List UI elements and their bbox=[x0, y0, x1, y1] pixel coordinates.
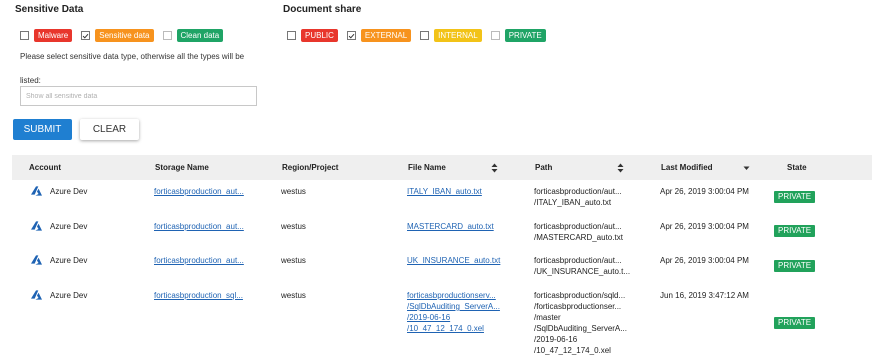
file-name-link[interactable]: MASTERCARD_auto.txt bbox=[407, 221, 494, 232]
path-line: forticasbproduction/sqld... bbox=[534, 291, 626, 300]
sort-icon[interactable] bbox=[617, 155, 624, 180]
public-checkbox[interactable] bbox=[287, 31, 296, 40]
path-line: /UK_INSURANCE_auto.t... bbox=[534, 267, 631, 276]
sensitive-search-input[interactable] bbox=[20, 86, 257, 106]
storage-name-link[interactable]: forticasbproduction_aut... bbox=[154, 221, 244, 232]
file-name-link[interactable]: ITALY_IBAN_auto.txt bbox=[407, 186, 482, 197]
last-modified: Apr 26, 2019 3:00:04 PM bbox=[660, 256, 749, 265]
path-line: /forticasbproductionser... bbox=[534, 302, 622, 311]
column-header-state[interactable]: State bbox=[787, 155, 807, 180]
file-name-link[interactable]: forticasbproductionserv... bbox=[407, 290, 496, 301]
path-line: forticasbproduction/aut... bbox=[534, 222, 622, 231]
region: westus bbox=[281, 187, 306, 196]
private-tag[interactable]: PRIVATE bbox=[504, 29, 546, 42]
account-name: Azure Dev bbox=[50, 291, 88, 300]
sort-desc-icon[interactable] bbox=[743, 155, 750, 180]
sensitive-data-title: Sensitive Data bbox=[15, 4, 84, 15]
column-header-last-modified[interactable]: Last Modified bbox=[661, 155, 713, 180]
table-header: Account Storage Name Region/Project File… bbox=[12, 155, 872, 180]
path-line: /master bbox=[534, 313, 561, 322]
internal-tag[interactable]: INTERNAL bbox=[434, 29, 482, 42]
document-share-title: Document share bbox=[283, 4, 362, 15]
clear-button[interactable]: CLEAR bbox=[80, 119, 139, 140]
sensitive-data-checkbox[interactable] bbox=[81, 31, 91, 40]
column-header-file-name[interactable]: File Name bbox=[408, 155, 446, 180]
sensitive-data-tag[interactable]: Sensitive data bbox=[95, 29, 154, 42]
path-line: forticasbproduction/aut... bbox=[534, 256, 622, 265]
storage-name-link[interactable]: forticasbproduction_sql... bbox=[154, 290, 243, 301]
private-checkbox[interactable] bbox=[490, 31, 500, 40]
file-name-link[interactable]: /SqlDbAuditing_ServerA... bbox=[407, 301, 500, 312]
storage-name-link[interactable]: forticasbproduction_aut... bbox=[154, 255, 244, 266]
external-tag[interactable]: EXTERNAL bbox=[360, 29, 412, 42]
path-line: /10_47_12_174_0.xel bbox=[534, 346, 611, 355]
column-header-path[interactable]: Path bbox=[535, 155, 552, 180]
column-header-region[interactable]: Region/Project bbox=[282, 155, 338, 180]
path-line: /MASTERCARD_auto.txt bbox=[534, 233, 623, 242]
account-name: Azure Dev bbox=[50, 222, 88, 231]
file-name-link[interactable]: /10_47_12_174_0.xel bbox=[407, 323, 484, 334]
path-line: forticasbproduction/aut... bbox=[534, 187, 622, 196]
path-line: /ITALY_IBAN_auto.txt bbox=[534, 198, 612, 207]
account-name: Azure Dev bbox=[50, 256, 88, 265]
path-line: /SqlDbAuditing_ServerA... bbox=[534, 324, 627, 333]
state-badge: PRIVATE bbox=[774, 225, 816, 237]
sensitive-filter-row: Malware Sensitive data Clean data bbox=[20, 29, 232, 42]
azure-icon bbox=[31, 221, 42, 231]
external-checkbox[interactable] bbox=[346, 31, 356, 40]
state-badge: PRIVATE bbox=[774, 260, 816, 272]
file-name-link[interactable]: UK_INSURANCE_auto.txt bbox=[407, 255, 500, 266]
azure-icon bbox=[31, 290, 42, 300]
last-modified: Jun 16, 2019 3:47:12 AM bbox=[660, 291, 749, 300]
malware-checkbox[interactable] bbox=[20, 31, 29, 40]
storage-name-link[interactable]: forticasbproduction_aut... bbox=[154, 186, 244, 197]
state-badge: PRIVATE bbox=[774, 191, 816, 203]
share-filter-row: PUBLIC EXTERNAL INTERNAL PRIVATE bbox=[287, 29, 555, 42]
submit-button[interactable]: SUBMIT bbox=[13, 119, 72, 140]
region: westus bbox=[281, 291, 306, 300]
account-name: Azure Dev bbox=[50, 187, 88, 196]
column-header-storage-name[interactable]: Storage Name bbox=[155, 155, 209, 180]
region: westus bbox=[281, 222, 306, 231]
column-header-account[interactable]: Account bbox=[29, 155, 61, 180]
last-modified: Apr 26, 2019 3:00:04 PM bbox=[660, 222, 749, 231]
check-icon bbox=[348, 33, 355, 39]
file-name-link[interactable]: /2019-06-16 bbox=[407, 312, 450, 323]
clean-data-checkbox[interactable] bbox=[162, 31, 172, 40]
public-tag[interactable]: PUBLIC bbox=[301, 29, 338, 42]
last-modified: Apr 26, 2019 3:00:04 PM bbox=[660, 187, 749, 196]
check-icon bbox=[82, 33, 89, 39]
internal-checkbox[interactable] bbox=[420, 31, 430, 40]
state-badge: PRIVATE bbox=[774, 317, 816, 329]
path-line: /2019-06-16 bbox=[534, 335, 578, 344]
sort-icon[interactable] bbox=[491, 155, 498, 180]
azure-icon bbox=[31, 255, 42, 265]
region: westus bbox=[281, 256, 306, 265]
malware-tag[interactable]: Malware bbox=[34, 29, 73, 42]
clean-data-tag[interactable]: Clean data bbox=[176, 29, 224, 42]
azure-icon bbox=[31, 186, 42, 196]
